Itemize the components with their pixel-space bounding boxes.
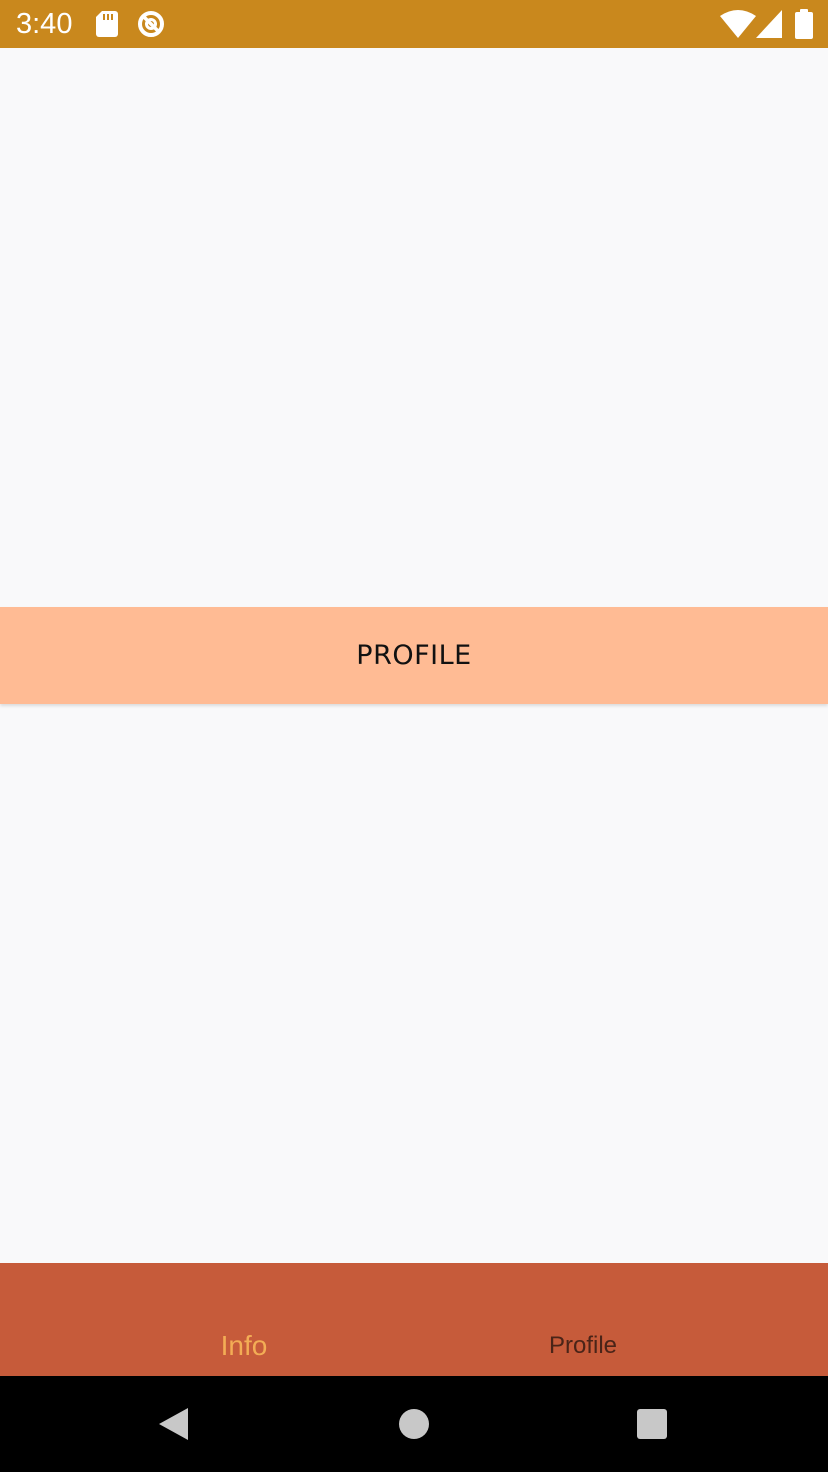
tab-info-label: Info	[220, 1330, 268, 1361]
main-content: PROFILE	[0, 48, 828, 1263]
profile-button-label: PROFILE	[356, 640, 472, 671]
bottom-navigation: Info Profile	[0, 1263, 828, 1376]
profile-button[interactable]: PROFILE	[0, 607, 828, 704]
tab-profile-label: Profile	[548, 1332, 618, 1359]
sd-card-icon	[96, 11, 118, 37]
back-icon[interactable]	[156, 1406, 192, 1442]
recents-icon[interactable]	[634, 1406, 670, 1442]
status-time: 3:40	[16, 8, 73, 40]
system-navigation-bar	[0, 1376, 828, 1472]
sync-icon	[138, 11, 164, 37]
wifi-icon	[720, 10, 756, 38]
status-bar: 3:40	[0, 0, 828, 48]
battery-icon	[795, 9, 813, 39]
tab-profile[interactable]: Profile	[376, 1263, 790, 1376]
home-icon[interactable]	[396, 1406, 432, 1442]
cell-signal-icon	[756, 10, 782, 38]
